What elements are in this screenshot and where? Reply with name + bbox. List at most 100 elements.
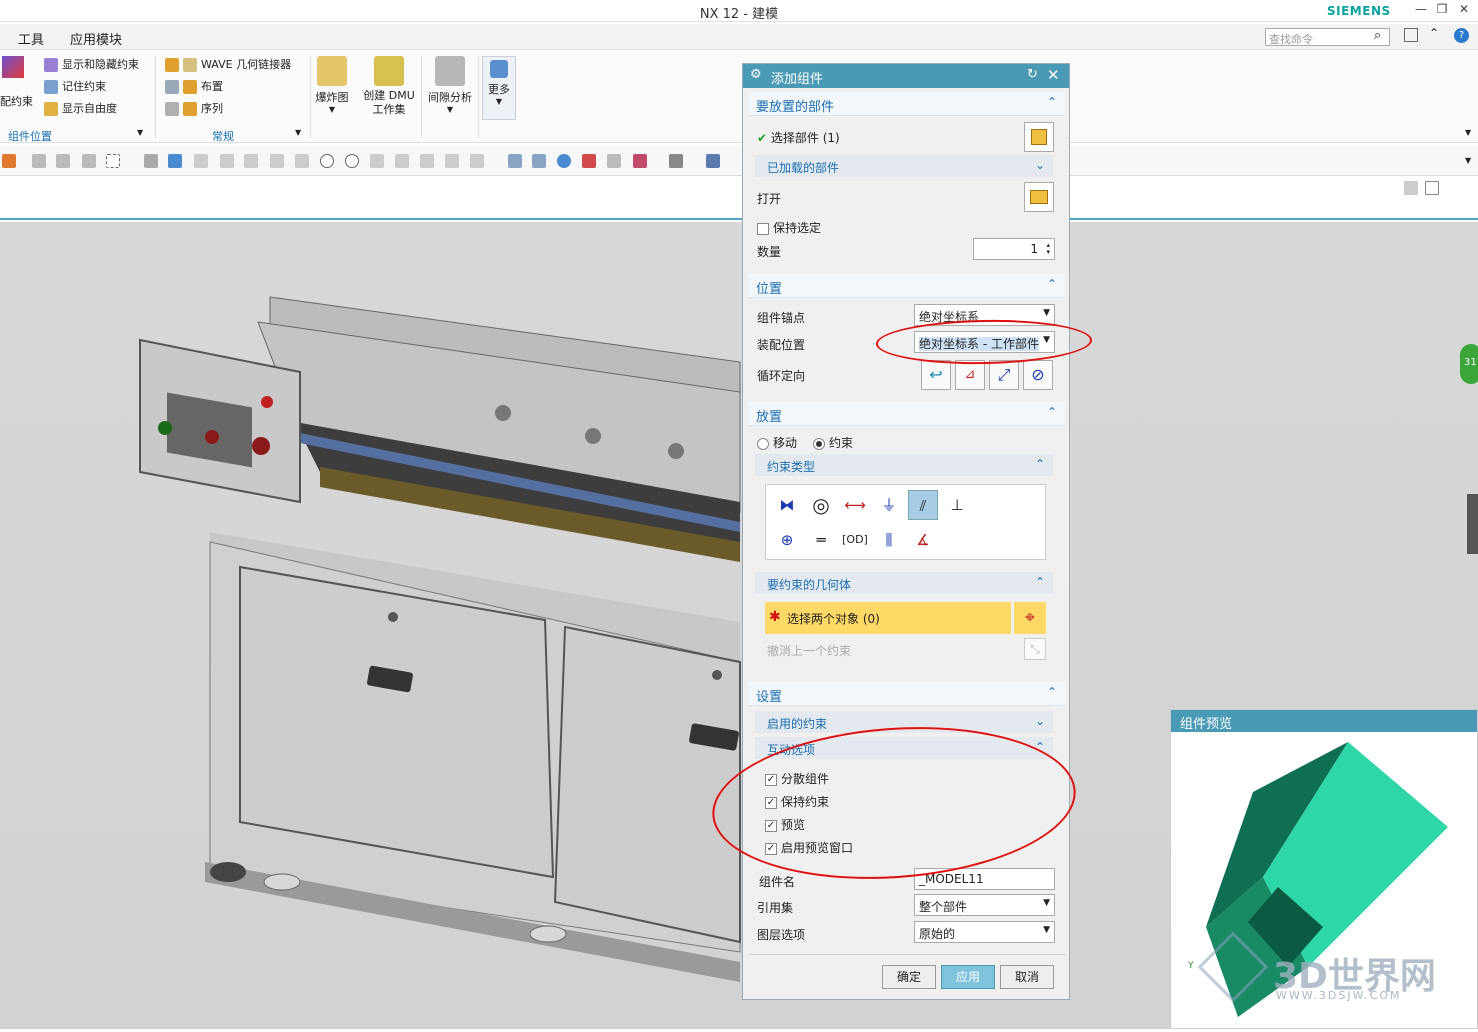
section-position[interactable]: 位置 ⌃ bbox=[749, 274, 1065, 298]
select-two-objects-field[interactable]: ✱ 选择两个对象 (0) bbox=[765, 602, 1011, 634]
exploded-view-button[interactable]: 爆炸图 ▼ bbox=[312, 56, 352, 114]
section-placement[interactable]: 放置 ⌃ bbox=[749, 402, 1065, 426]
show-dof-button[interactable]: 显示自由度 bbox=[44, 100, 117, 116]
fit-icon[interactable]: [OD] bbox=[840, 525, 870, 555]
show-hide-constraints-button[interactable]: 显示和隐藏约束 bbox=[44, 56, 139, 72]
arrangement-button[interactable]: 布置 bbox=[165, 78, 223, 94]
circle-center-icon[interactable] bbox=[320, 154, 334, 168]
angle-icon[interactable]: ∡ bbox=[908, 525, 938, 555]
solid-icon[interactable] bbox=[144, 154, 158, 168]
pin-icon[interactable] bbox=[1404, 181, 1418, 195]
perpendicular-icon[interactable]: ⊥ bbox=[942, 490, 972, 520]
reset-orientation-icon[interactable]: ⊘ bbox=[1023, 360, 1053, 390]
open-button[interactable] bbox=[1024, 182, 1054, 212]
ribbon-options-icon[interactable]: ▼ bbox=[1465, 128, 1471, 137]
center-icon[interactable]: ⫼ bbox=[874, 525, 904, 555]
quadrant-icon[interactable] bbox=[345, 154, 359, 168]
layer-icon[interactable] bbox=[633, 154, 647, 168]
pole-icon[interactable] bbox=[420, 154, 434, 168]
command-search-input[interactable]: 查找命令 bbox=[1265, 28, 1390, 46]
apply-button[interactable]: 应用 bbox=[941, 965, 995, 989]
preview-canvas[interactable]: 3D世界网 WWW.3DSJW.COM Y bbox=[1178, 737, 1470, 1027]
concentric-icon[interactable]: ◎ bbox=[806, 490, 836, 520]
search-icon[interactable]: ⌕ bbox=[1374, 28, 1381, 43]
constraint-radio[interactable]: 约束 bbox=[813, 434, 853, 451]
minimize-icon[interactable]: — bbox=[1412, 2, 1430, 18]
tangent-icon[interactable] bbox=[295, 154, 309, 168]
cube-icon[interactable] bbox=[168, 154, 182, 168]
assembly-constraint-icon[interactable] bbox=[2, 56, 24, 78]
layer-option-select[interactable]: 原始的 ▼ bbox=[914, 921, 1055, 943]
toolbar-options-icon[interactable]: ▼ bbox=[1465, 156, 1471, 165]
group-dropdown-icon[interactable]: ▼ bbox=[295, 128, 301, 137]
quantity-stepper[interactable]: 1 ▴ ▾ bbox=[973, 238, 1055, 260]
assembly-constraint-label[interactable]: 配约束 bbox=[0, 93, 33, 109]
crosshair-icon[interactable]: ⌖ bbox=[1014, 602, 1046, 634]
group-dropdown-icon[interactable]: ▼ bbox=[137, 128, 143, 137]
reset-icon[interactable]: ↻ bbox=[1027, 67, 1038, 82]
constraint-type-header[interactable]: 约束类型 ⌃ bbox=[755, 454, 1053, 476]
align-lock-icon[interactable]: ⊕ bbox=[772, 525, 802, 555]
remember-constraints-button[interactable]: 记住约束 bbox=[44, 78, 106, 94]
menu-tools[interactable]: 工具 bbox=[18, 29, 44, 48]
radio-button[interactable] bbox=[813, 437, 825, 450]
pan-icon[interactable] bbox=[582, 154, 596, 168]
arc-icon[interactable] bbox=[270, 154, 284, 168]
maximize-icon[interactable]: ❐ bbox=[1433, 2, 1451, 18]
edge-icon[interactable] bbox=[470, 154, 484, 168]
lasso-icon[interactable] bbox=[82, 154, 96, 168]
view-section-icon[interactable] bbox=[607, 154, 621, 168]
fix-icon[interactable]: ⏚ bbox=[874, 490, 904, 520]
undo-constraint-icon[interactable]: ⤡ bbox=[1024, 638, 1046, 660]
side-tab[interactable] bbox=[1467, 494, 1478, 554]
close-icon[interactable]: ✕ bbox=[1047, 66, 1060, 84]
undo-last-constraint[interactable]: 撤消上一个约束 bbox=[767, 642, 851, 659]
curve-icon[interactable] bbox=[244, 154, 258, 168]
intersection-icon[interactable] bbox=[370, 154, 384, 168]
wave-linker-button[interactable]: WAVE 几何链接器 bbox=[165, 56, 291, 72]
collapse-ribbon-icon[interactable]: ⌃ bbox=[1429, 26, 1439, 40]
view-fit-icon[interactable] bbox=[508, 154, 522, 168]
bond-icon[interactable]: ═ bbox=[806, 525, 836, 555]
distance-icon[interactable]: ⟷ bbox=[840, 490, 870, 520]
zoom-icon[interactable] bbox=[532, 154, 546, 168]
maximize-view-icon[interactable] bbox=[1425, 181, 1439, 195]
menu-app-modules[interactable]: 应用模块 bbox=[70, 29, 122, 48]
select-part-button[interactable] bbox=[1024, 122, 1054, 152]
close-icon[interactable]: ✕ bbox=[1455, 2, 1473, 18]
help-icon[interactable]: ? bbox=[1454, 28, 1469, 43]
filter-icon[interactable] bbox=[2, 154, 16, 168]
create-dmu-workset-button[interactable]: 创建 DMU 工作集 bbox=[360, 56, 418, 117]
stepper-arrows-icon[interactable]: ▴ ▾ bbox=[1046, 242, 1050, 256]
section-part-to-place[interactable]: 要放置的部件 ⌃ bbox=[749, 92, 1065, 116]
clearance-analysis-button[interactable]: 间隙分析 ▼ bbox=[425, 56, 475, 114]
loaded-parts-header[interactable]: 已加载的部件 ⌄ bbox=[755, 155, 1053, 177]
face-icon[interactable] bbox=[445, 154, 459, 168]
rect-select-icon[interactable] bbox=[106, 154, 120, 168]
group-general[interactable]: 常规 bbox=[212, 128, 234, 144]
orient-view-icon[interactable] bbox=[706, 154, 720, 168]
parallel-icon[interactable]: ⫽ bbox=[908, 490, 938, 520]
group-component-position[interactable]: 组件位置 bbox=[8, 128, 52, 144]
cancel-button[interactable]: 取消 bbox=[1000, 965, 1054, 989]
side-badge[interactable]: 31 bbox=[1460, 344, 1478, 384]
line-icon[interactable] bbox=[220, 154, 234, 168]
touch-align-icon[interactable]: ⧓ bbox=[772, 490, 802, 520]
csys-orientation-icon[interactable]: ⊿ bbox=[955, 360, 985, 390]
ok-button[interactable]: 确定 bbox=[882, 965, 936, 989]
sequence-button[interactable]: 序列 bbox=[165, 100, 223, 116]
constraint-geometry-header[interactable]: 要约束的几何体 ⌃ bbox=[755, 572, 1053, 594]
keep-selected-checkbox[interactable]: 保持选定 bbox=[757, 219, 821, 236]
radio-button[interactable] bbox=[757, 437, 769, 450]
render-style-icon[interactable] bbox=[669, 154, 683, 168]
point-to-point-icon[interactable]: ⤢ bbox=[989, 360, 1019, 390]
snap-icon[interactable] bbox=[32, 154, 46, 168]
rotate-icon[interactable] bbox=[557, 154, 571, 168]
window-layout-icon[interactable] bbox=[1404, 28, 1418, 42]
select-icon[interactable] bbox=[56, 154, 70, 168]
reverse-orientation-icon[interactable]: ↩ bbox=[921, 360, 951, 390]
more-button[interactable]: 更多 ▼ bbox=[482, 56, 516, 120]
points-icon[interactable] bbox=[194, 154, 208, 168]
reference-set-select[interactable]: 整个部件 ▼ bbox=[914, 894, 1055, 916]
move-radio[interactable]: 移动 bbox=[757, 434, 797, 451]
